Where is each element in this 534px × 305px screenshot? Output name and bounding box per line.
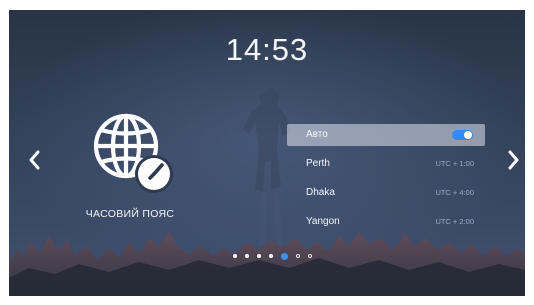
section-title: ЧАСОВИЙ ПОЯС (85, 208, 175, 220)
timezone-option-perth[interactable]: Perth UTC + 1:00 (287, 153, 485, 175)
timezone-option-auto[interactable]: Авто (287, 124, 485, 146)
timezone-name: Perth (306, 158, 330, 169)
timezone-list: Авто Perth UTC + 1:00 Dhaka UTC + 4:00 Y… (287, 124, 485, 240)
timezone-option-yangon[interactable]: Yangon UTC + 2:00 (287, 211, 485, 233)
timezone-name: Yangon (306, 216, 340, 227)
timezone-offset: UTC + 2:00 (435, 217, 474, 226)
page-dot[interactable] (245, 254, 249, 258)
timezone-offset: UTC + 1:00 (435, 159, 474, 168)
timezone-offset: UTC + 4:00 (435, 188, 474, 197)
timezone-option-dhaka[interactable]: Dhaka UTC + 4:00 (287, 182, 485, 204)
page-dot[interactable] (233, 254, 237, 258)
page-dot[interactable] (308, 254, 312, 258)
timezone-name: Dhaka (306, 187, 335, 198)
auto-timezone-toggle[interactable] (452, 130, 473, 140)
next-page-button[interactable] (505, 149, 521, 171)
page-dot[interactable] (257, 254, 261, 258)
setup-screen: 14:53 ЧАСОВИЙ ПОЯС Авто Perth UTC + 1:00… (9, 10, 525, 296)
page-indicator (233, 251, 320, 261)
clock-time: 14:53 (225, 32, 309, 67)
page-dot[interactable] (281, 252, 288, 260)
page-dot[interactable] (296, 254, 300, 258)
page-dot[interactable] (269, 254, 273, 258)
toggle-knob (464, 131, 472, 139)
timezone-section-icon (90, 110, 176, 196)
chevron-right-icon (508, 150, 519, 170)
previous-page-button[interactable] (27, 149, 43, 171)
globe-clock-icon (93, 113, 173, 193)
chevron-left-icon (29, 150, 40, 170)
timezone-name: Авто (306, 129, 328, 140)
